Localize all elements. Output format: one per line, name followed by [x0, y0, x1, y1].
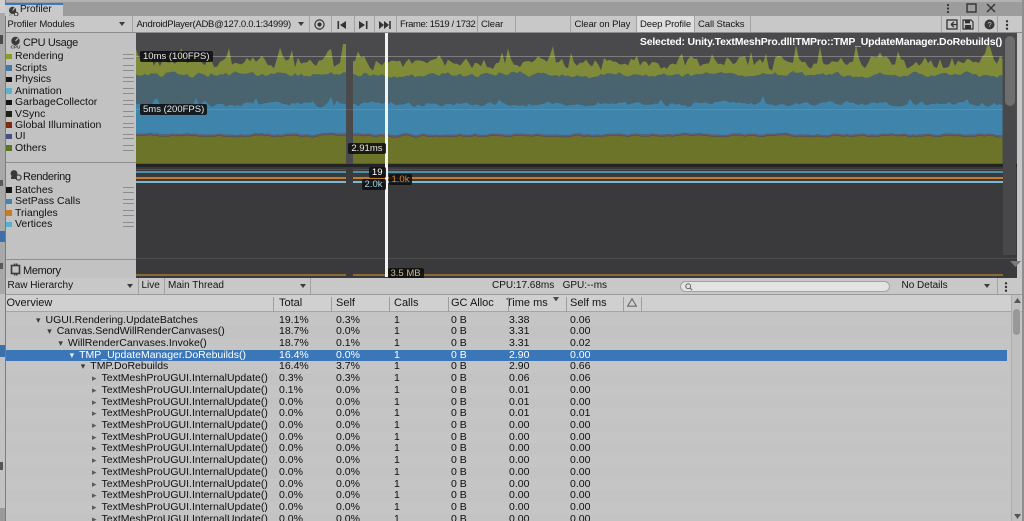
svg-text:CPU: CPU — [10, 45, 20, 49]
svg-text:?: ? — [987, 20, 991, 29]
